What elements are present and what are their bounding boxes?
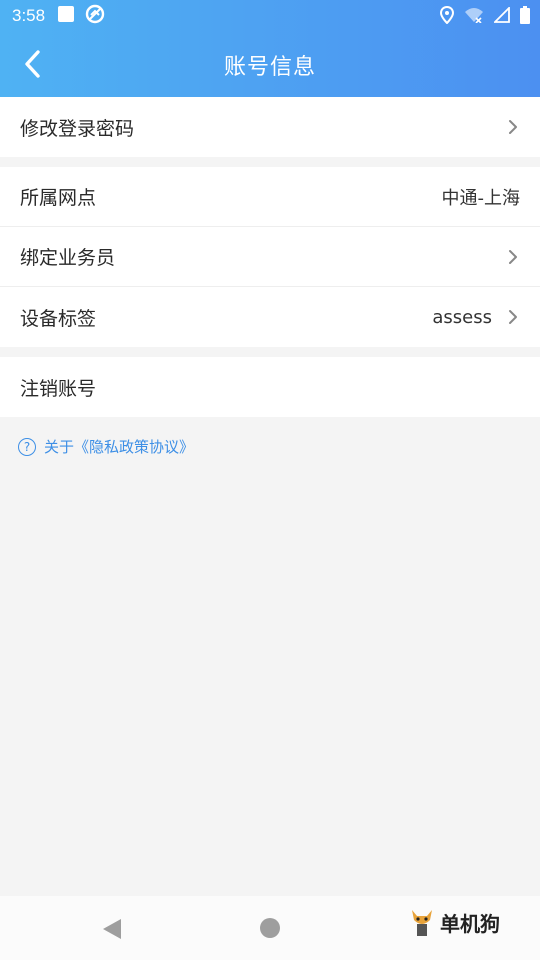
notification-square-icon [57, 5, 75, 28]
branch-row: 所属网点 中通-上海 [0, 167, 540, 227]
watermark-text: 单机狗 [440, 911, 500, 936]
privacy-policy-link[interactable]: ? 关于《隐私政策协议》 [18, 436, 194, 457]
app-header: 3:58 账号信息 [0, 0, 540, 97]
signal-icon [492, 5, 510, 28]
chevron-right-icon [506, 118, 520, 136]
triangle-back-icon [103, 919, 121, 939]
chevron-left-icon [25, 50, 40, 78]
bind-salesman-label: 绑定业务员 [20, 247, 116, 269]
cancel-account-group: 注销账号 [0, 357, 540, 417]
chevron-right-icon [506, 248, 520, 266]
branch-label: 所属网点 [20, 187, 97, 209]
nav-home-button[interactable] [260, 918, 280, 938]
watermark-logo: 单机狗 [408, 906, 500, 938]
location-icon [439, 5, 455, 29]
page-title: 账号信息 [223, 54, 316, 80]
cancel-account-row[interactable]: 注销账号 [0, 357, 540, 417]
wifi-icon [464, 7, 484, 28]
password-group: 修改登录密码 [0, 97, 540, 157]
status-bar: 3:58 [0, 0, 540, 32]
chevron-right-icon [506, 308, 520, 326]
change-password-label: 修改登录密码 [20, 117, 135, 140]
back-button[interactable] [14, 46, 50, 82]
cancel-account-label: 注销账号 [20, 377, 97, 400]
question-circle-icon: ? [18, 437, 36, 456]
battery-icon [520, 6, 530, 29]
dog-logo-icon [412, 910, 432, 936]
privacy-policy-text: 关于《隐私政策协议》 [44, 438, 195, 456]
sync-icon [85, 4, 105, 29]
device-tag-label: 设备标签 [20, 307, 97, 330]
nav-back-button[interactable] [102, 918, 122, 944]
status-time: 3:58 [12, 6, 46, 25]
system-nav-bar: 单机狗 [0, 896, 540, 960]
account-info-group: 所属网点 中通-上海 绑定业务员 设备标签 assess [0, 167, 540, 347]
device-tag-row[interactable]: 设备标签 assess [0, 287, 540, 347]
device-tag-value: assess [432, 306, 492, 328]
bind-salesman-row[interactable]: 绑定业务员 [0, 227, 540, 287]
change-password-row[interactable]: 修改登录密码 [0, 97, 540, 157]
branch-value: 中通-上海 [441, 187, 521, 209]
title-bar: 账号信息 [0, 32, 540, 97]
